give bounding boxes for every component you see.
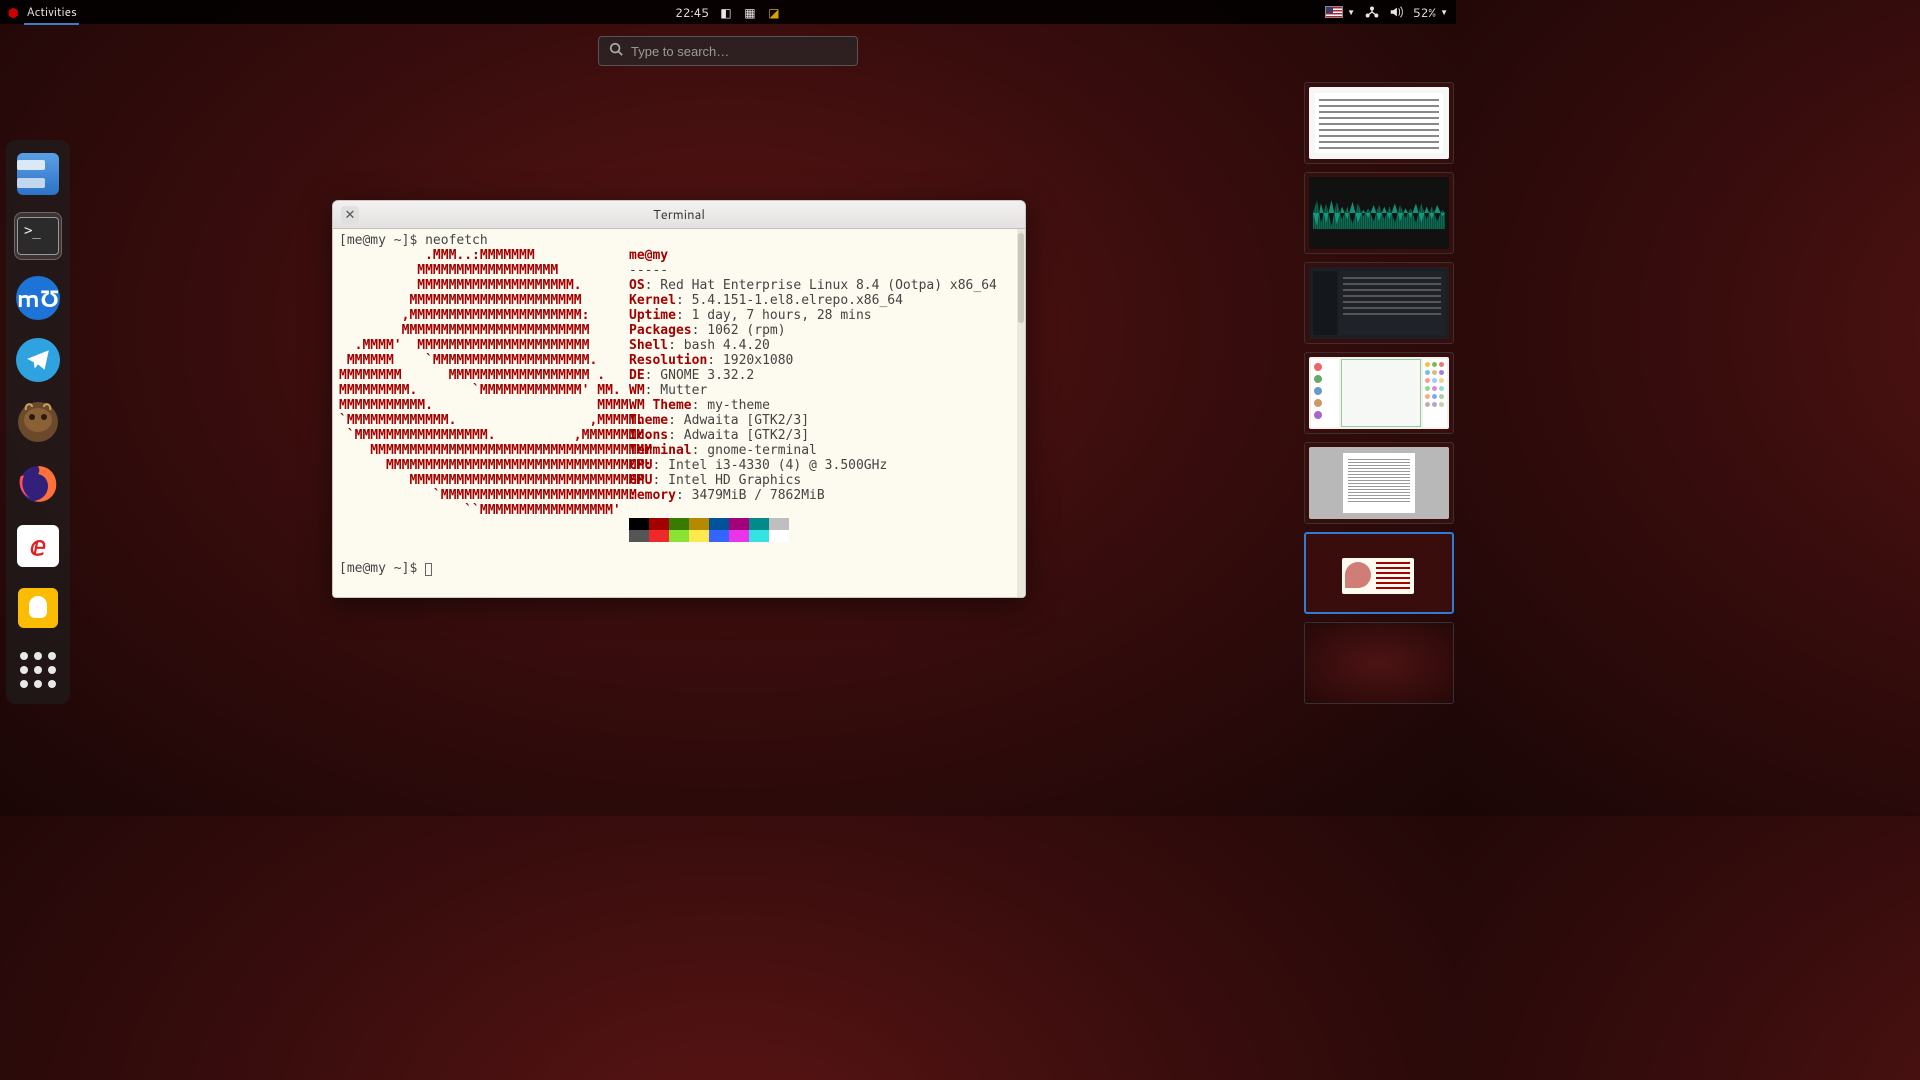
activities-label: Activities (26, 3, 77, 20)
workspace-thumb-3[interactable] (1304, 262, 1454, 344)
firefox-icon (16, 462, 60, 506)
workspace-thumb-2[interactable] (1304, 172, 1454, 254)
window-close-button[interactable]: ✕ (341, 206, 359, 224)
chevron-down-icon: ▼ (1440, 6, 1448, 18)
tray-indicator-1-icon[interactable]: ◧ (719, 5, 733, 19)
battery-percent: 52% (1413, 4, 1436, 21)
dash: mƱ ⅇ (6, 140, 70, 704)
cursor (425, 563, 432, 576)
dock-item-evince[interactable]: ⅇ (14, 522, 62, 570)
dbeaver-icon (16, 400, 60, 444)
dock-item-keep[interactable] (14, 584, 62, 632)
activities-button[interactable]: Activities (24, 0, 79, 25)
prompt: [me@my ~]$ (339, 561, 425, 576)
dock-item-terminal[interactable] (14, 212, 62, 260)
command-text: neofetch (425, 233, 488, 248)
search-box[interactable] (598, 36, 858, 66)
terminal-scrollbar[interactable] (1017, 229, 1025, 597)
neofetch-info: me@my ----- OS: Red Hat Enterprise Linux… (629, 248, 1019, 546)
terminal-body[interactable]: [me@my ~]$ neofetch .MMM..:MMMMMMM MMMMM… (333, 229, 1025, 597)
clock[interactable]: 22:45 (675, 4, 709, 21)
neofetch-separator: ----- (629, 263, 668, 278)
telegram-icon (16, 338, 60, 382)
terminal-window[interactable]: ✕ Terminal [me@my ~]$ neofetch .MMM..:MM… (332, 200, 1026, 598)
tray-indicator-2-icon[interactable]: ▦ (743, 5, 757, 19)
keyboard-layout-indicator[interactable]: ▼ (1325, 6, 1355, 18)
neofetch-palette (629, 518, 789, 542)
workspace-thumb-5[interactable] (1304, 442, 1454, 524)
evince-icon: ⅇ (17, 525, 59, 567)
window-title: Terminal (653, 206, 705, 224)
workspace-thumb-6[interactable] (1304, 532, 1454, 614)
top-bar: ⬢ Activities 22:45 ◧ ▦ ◪ ▼ 52% ▼ (0, 0, 1456, 24)
network-icon[interactable] (1365, 5, 1379, 19)
dock-item-firefox[interactable] (14, 460, 62, 508)
flag-us-icon (1325, 6, 1343, 18)
workspace-switcher (1304, 82, 1454, 704)
volume-icon[interactable] (1389, 5, 1403, 19)
dock-item-show-apps[interactable] (14, 646, 62, 694)
dock-item-musescore[interactable]: mƱ (14, 274, 62, 322)
terminal-icon (17, 217, 59, 255)
apps-grid-icon (20, 652, 56, 688)
search-input[interactable] (631, 44, 847, 59)
dock-item-files[interactable] (14, 150, 62, 198)
close-icon: ✕ (345, 206, 356, 224)
files-icon (17, 153, 59, 195)
tray-indicator-3-icon[interactable]: ◪ (767, 5, 781, 19)
dock-item-dbeaver[interactable] (14, 398, 62, 446)
distro-logo-icon: ⬢ (8, 4, 18, 21)
workspace-thumb-4[interactable] (1304, 352, 1454, 434)
battery-indicator[interactable]: 52% ▼ (1413, 4, 1448, 21)
overview-search (598, 36, 858, 66)
musescore-icon: mƱ (16, 276, 60, 320)
workspace-thumb-1[interactable] (1304, 82, 1454, 164)
neofetch-logo: .MMM..:MMMMMMM MMMMMMMMMMMMMMMMMM MMMMMM… (339, 248, 629, 546)
terminal-titlebar[interactable]: ✕ Terminal (333, 201, 1025, 229)
chevron-down-icon: ▼ (1347, 6, 1355, 18)
prompt: [me@my ~]$ (339, 233, 425, 248)
keep-icon (18, 588, 58, 628)
dock-item-telegram[interactable] (14, 336, 62, 384)
neofetch-userhost: me@my (629, 248, 668, 263)
search-icon (609, 42, 623, 61)
workspace-thumb-7[interactable] (1304, 622, 1454, 704)
